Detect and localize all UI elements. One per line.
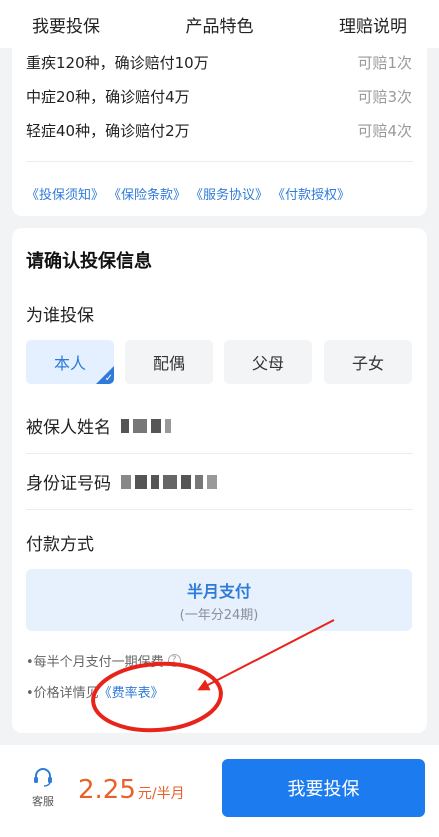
tab-apply[interactable]: 我要投保: [32, 12, 100, 37]
rate-table-link[interactable]: 《费率表》: [99, 682, 164, 701]
option-label: 配偶: [152, 354, 185, 373]
price-amount: 2.25: [78, 775, 136, 805]
payment-note-text: •每半个月支付一期保费: [26, 655, 164, 670]
section-title: 请确认投保信息: [26, 251, 152, 272]
check-icon: ✓: [104, 373, 113, 384]
headset-icon: [34, 768, 52, 787]
option-parents[interactable]: 父母: [224, 340, 312, 384]
coverage-row: 轻症40种，确诊赔付2万 可赔4次: [26, 120, 412, 141]
price-note-text: •价格详情见: [26, 686, 99, 701]
payment-option-semimonthly[interactable]: 半月支付 (一年分24期): [26, 569, 412, 631]
confirm-info-card: 请确认投保信息 为谁投保 本人 ✓ 配偶 父母 子女 被保人姓名 身份证号码 付…: [12, 228, 427, 733]
option-label: 父母: [251, 354, 284, 373]
tab-features[interactable]: 产品特色: [186, 12, 254, 37]
coverage-desc: 轻症40种，确诊赔付2万: [26, 122, 190, 140]
divider: [26, 161, 413, 162]
apply-button[interactable]: 我要投保: [222, 759, 425, 817]
tab-claims[interactable]: 理赔说明: [339, 12, 407, 37]
price-display: 2.25 元/半月: [78, 775, 185, 805]
link-payment-authorization[interactable]: 《付款授权》: [272, 184, 350, 203]
coverage-card: 重疾120种，确诊赔付10万 可赔1次 中症20种，确诊赔付4万 可赔3次 轻症…: [12, 40, 427, 216]
payment-note: •每半个月支付一期保费 ?: [26, 651, 181, 670]
price-note: •价格详情见 《费率表》: [26, 682, 164, 701]
bottom-bar: 客服 2.25 元/半月 我要投保: [0, 745, 439, 837]
coverage-desc: 中症20种，确诊赔付4万: [26, 88, 190, 106]
customer-service-label: 客服: [32, 795, 54, 808]
top-nav: 我要投保 产品特色 理赔说明: [0, 0, 439, 48]
option-label: 子女: [351, 354, 384, 373]
link-policy-terms[interactable]: 《保险条款》: [108, 184, 186, 203]
price-unit: 元/半月: [137, 786, 185, 802]
option-children[interactable]: 子女: [324, 340, 412, 384]
insured-name-masked: [121, 418, 171, 434]
coverage-row: 中症20种，确诊赔付4万 可赔3次: [26, 86, 412, 107]
payment-option-title: 半月支付: [186, 582, 251, 601]
link-service-agreement[interactable]: 《服务协议》: [190, 184, 268, 203]
coverage-row: 重疾120种，确诊赔付10万 可赔1次: [26, 52, 412, 73]
document-links: 《投保须知》 《保险条款》 《服务协议》 《付款授权》: [26, 184, 350, 203]
insured-for-label: 为谁投保: [26, 306, 94, 326]
insured-name-label: 被保人姓名: [26, 418, 111, 438]
payment-option-subtitle: (一年分24期): [179, 608, 259, 623]
option-self[interactable]: 本人 ✓: [26, 340, 114, 384]
id-number-masked: [121, 474, 217, 490]
coverage-times: 可赔1次: [357, 54, 412, 72]
coverage-times: 可赔3次: [357, 88, 412, 106]
coverage-times: 可赔4次: [357, 122, 412, 140]
option-spouse[interactable]: 配偶: [125, 340, 213, 384]
payment-method-label: 付款方式: [26, 535, 94, 555]
id-number-label: 身份证号码: [26, 474, 111, 494]
insured-name-row[interactable]: 被保人姓名: [26, 398, 413, 454]
coverage-desc: 重疾120种，确诊赔付10万: [26, 54, 209, 72]
info-icon[interactable]: ?: [167, 654, 181, 667]
option-label: 本人: [53, 354, 86, 373]
id-number-row[interactable]: 身份证号码: [26, 454, 413, 510]
link-insurance-notice[interactable]: 《投保须知》: [26, 184, 104, 203]
customer-service-button[interactable]: 客服: [28, 767, 58, 809]
